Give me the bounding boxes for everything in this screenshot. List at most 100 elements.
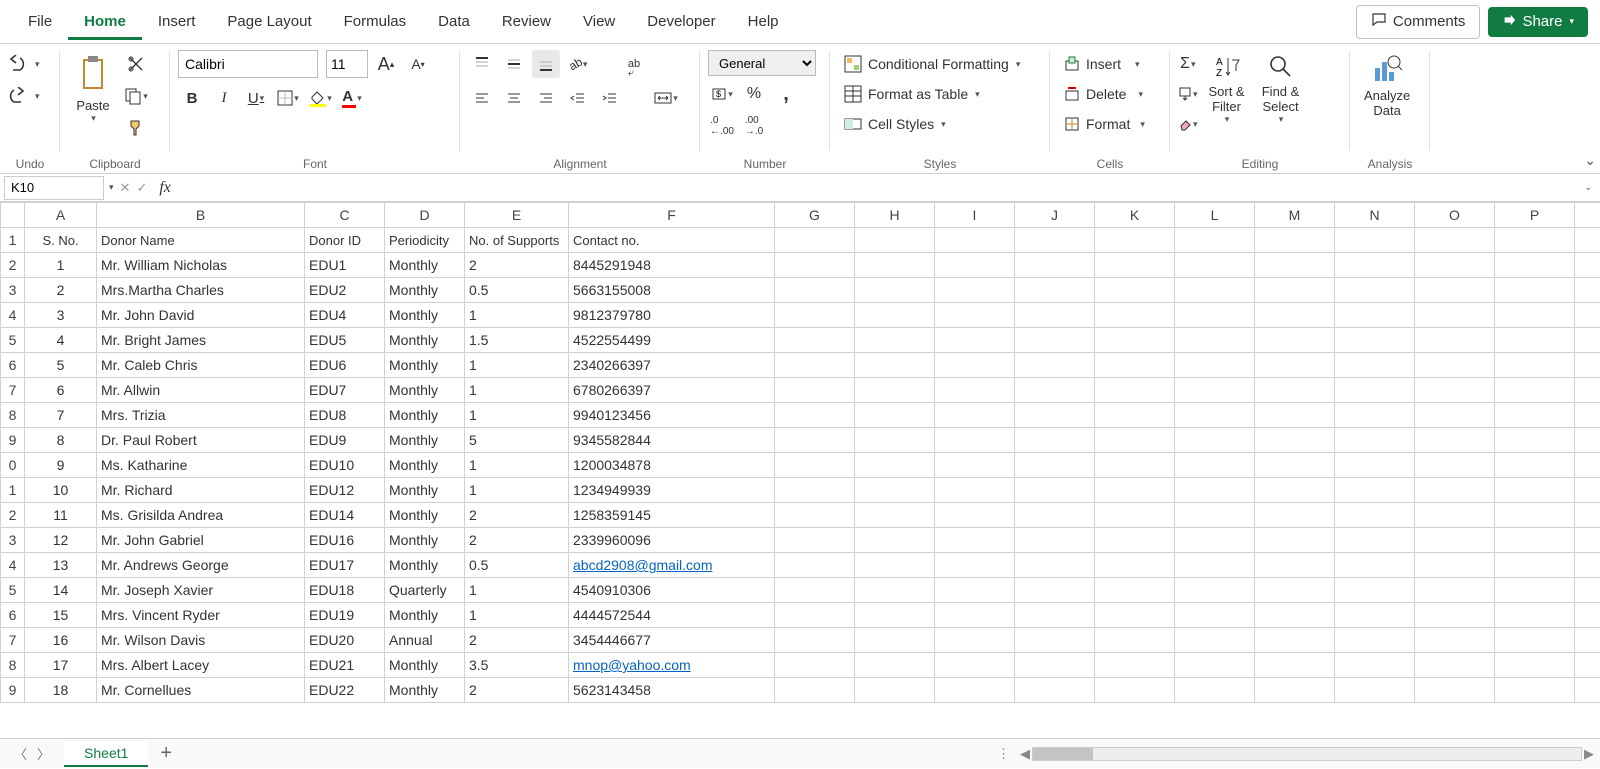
cell[interactable]: Mr. Allwin <box>97 378 305 403</box>
cell[interactable] <box>1575 603 1600 628</box>
cell[interactable] <box>1575 378 1600 403</box>
row-header[interactable]: 5 <box>1 578 25 603</box>
font-size-select[interactable] <box>326 50 368 78</box>
cell[interactable] <box>935 553 1015 578</box>
cell[interactable]: 9940123456 <box>569 403 775 428</box>
cell[interactable]: 2340266397 <box>569 353 775 378</box>
cell[interactable] <box>775 503 855 528</box>
column-header[interactable]: P <box>1495 203 1575 228</box>
cell[interactable]: Mrs.Martha Charles <box>97 278 305 303</box>
cell[interactable]: 17 <box>25 653 97 678</box>
cell[interactable]: 1 <box>465 578 569 603</box>
cell[interactable]: 8445291948 <box>569 253 775 278</box>
cell[interactable] <box>1495 678 1575 703</box>
cell[interactable] <box>1095 428 1175 453</box>
font-name-select[interactable] <box>178 50 318 78</box>
cell[interactable] <box>855 653 935 678</box>
row-header[interactable]: 7 <box>1 378 25 403</box>
cell[interactable] <box>1495 578 1575 603</box>
cell[interactable] <box>1255 578 1335 603</box>
row-header[interactable]: 8 <box>1 403 25 428</box>
cell[interactable] <box>1095 403 1175 428</box>
cell[interactable] <box>1575 303 1600 328</box>
column-header[interactable]: K <box>1095 203 1175 228</box>
cell[interactable] <box>1175 678 1255 703</box>
cell[interactable] <box>1495 228 1575 253</box>
cell[interactable]: Mr. John David <box>97 303 305 328</box>
cell[interactable] <box>855 303 935 328</box>
cell[interactable]: 1 <box>465 378 569 403</box>
align-center-button[interactable] <box>500 84 528 112</box>
wrap-text-button[interactable]: ab⤶ <box>620 50 648 78</box>
cell[interactable] <box>1255 428 1335 453</box>
cell[interactable] <box>1495 353 1575 378</box>
cell[interactable] <box>1495 403 1575 428</box>
cell[interactable]: 0.5 <box>465 278 569 303</box>
cell[interactable] <box>775 228 855 253</box>
increase-decimal-button[interactable]: .0←.00 <box>708 112 736 140</box>
cell[interactable] <box>855 228 935 253</box>
cell[interactable] <box>1335 678 1415 703</box>
cell[interactable] <box>1335 578 1415 603</box>
cell[interactable]: 9345582844 <box>569 428 775 453</box>
row-header[interactable]: 7 <box>1 628 25 653</box>
cell[interactable]: EDU9 <box>305 428 385 453</box>
row-header[interactable]: 0 <box>1 453 25 478</box>
cell[interactable] <box>1255 253 1335 278</box>
cell[interactable]: Donor ID <box>305 228 385 253</box>
ribbon-collapse-icon[interactable]: ⌄ <box>1584 152 1596 169</box>
cell[interactable] <box>855 478 935 503</box>
cell[interactable] <box>935 528 1015 553</box>
cell[interactable] <box>1175 353 1255 378</box>
redo-button[interactable]: ▾ <box>8 82 40 110</box>
column-header[interactable]: A <box>25 203 97 228</box>
menu-developer[interactable]: Developer <box>631 3 731 40</box>
cell[interactable] <box>1415 403 1495 428</box>
cell[interactable] <box>1095 278 1175 303</box>
format-as-table-button[interactable]: Format as Table▾ <box>838 80 1026 108</box>
cell[interactable]: No. of Supports <box>465 228 569 253</box>
cell[interactable] <box>1335 278 1415 303</box>
cell[interactable] <box>935 628 1015 653</box>
row-header[interactable]: 9 <box>1 678 25 703</box>
cell[interactable]: Mr. Caleb Chris <box>97 353 305 378</box>
cell[interactable] <box>1495 528 1575 553</box>
cell[interactable]: 8 <box>25 428 97 453</box>
cell[interactable] <box>1015 453 1095 478</box>
cell[interactable]: S. No. <box>25 228 97 253</box>
cell[interactable] <box>775 553 855 578</box>
comma-style-button[interactable]: , <box>772 80 800 108</box>
cell[interactable] <box>1415 378 1495 403</box>
cell[interactable]: 4522554499 <box>569 328 775 353</box>
fill-button[interactable]: ▾ <box>1178 80 1198 108</box>
cell[interactable] <box>1415 578 1495 603</box>
bold-button[interactable]: B <box>178 84 206 112</box>
cell[interactable]: 2 <box>465 503 569 528</box>
cell[interactable]: Monthly <box>385 678 465 703</box>
cell[interactable]: Monthly <box>385 378 465 403</box>
cell[interactable] <box>1015 378 1095 403</box>
cell[interactable]: Monthly <box>385 553 465 578</box>
cell[interactable] <box>1495 628 1575 653</box>
cell[interactable]: 14 <box>25 578 97 603</box>
cell[interactable] <box>1575 453 1600 478</box>
cell[interactable] <box>1175 403 1255 428</box>
cell[interactable] <box>1415 253 1495 278</box>
cell[interactable] <box>1015 528 1095 553</box>
menu-help[interactable]: Help <box>732 3 795 40</box>
align-middle-button[interactable] <box>500 50 528 78</box>
cell[interactable] <box>855 353 935 378</box>
column-header[interactable]: F <box>569 203 775 228</box>
cell[interactable] <box>1495 303 1575 328</box>
decrease-indent-button[interactable] <box>564 84 592 112</box>
cell[interactable]: EDU7 <box>305 378 385 403</box>
cell[interactable] <box>1015 553 1095 578</box>
cell[interactable] <box>1015 228 1095 253</box>
cell[interactable] <box>855 403 935 428</box>
cell[interactable] <box>1095 228 1175 253</box>
cell[interactable]: 1 <box>465 603 569 628</box>
cell[interactable] <box>1015 603 1095 628</box>
align-right-button[interactable] <box>532 84 560 112</box>
cell[interactable]: 1 <box>465 353 569 378</box>
cell[interactable] <box>1575 678 1600 703</box>
